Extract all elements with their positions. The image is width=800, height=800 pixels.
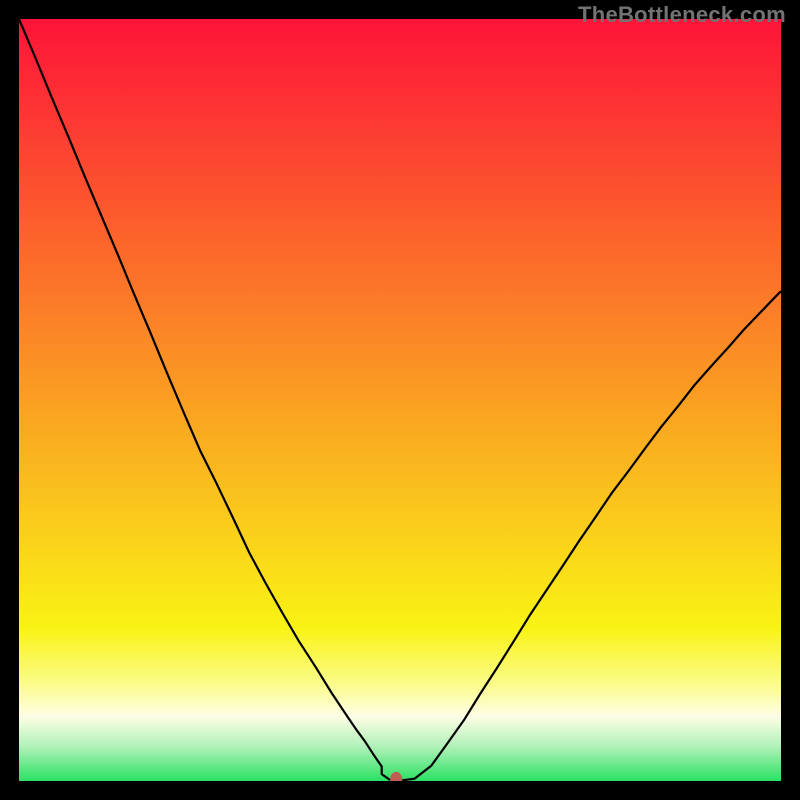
watermark-text: TheBottleneck.com: [578, 2, 786, 28]
plot-area: [19, 19, 781, 781]
gradient-background: [19, 19, 781, 781]
plot-svg: [19, 19, 781, 781]
chart-frame: TheBottleneck.com: [0, 0, 800, 800]
